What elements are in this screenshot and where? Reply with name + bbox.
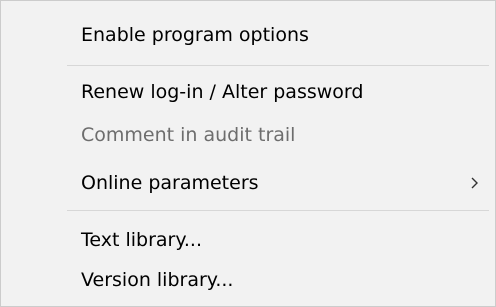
menu-item-renew-login-alter-password[interactable]: Renew log-in / Alter password — [81, 78, 487, 106]
menu-item-version-library[interactable]: Version library... — [81, 266, 487, 294]
menu-item-text-library[interactable]: Text library... — [81, 226, 487, 254]
menu-item-label: Online parameters — [81, 172, 259, 194]
menu-separator — [67, 210, 489, 211]
context-menu: Enable program options Renew log-in / Al… — [0, 0, 496, 307]
chevron-right-icon — [469, 169, 483, 197]
menu-item-comment-in-audit-trail: Comment in audit trail — [81, 124, 296, 146]
menu-separator — [67, 65, 489, 66]
menu-item-enable-program-options[interactable]: Enable program options — [81, 21, 487, 49]
menu-item-online-parameters[interactable]: Online parameters — [81, 169, 487, 197]
